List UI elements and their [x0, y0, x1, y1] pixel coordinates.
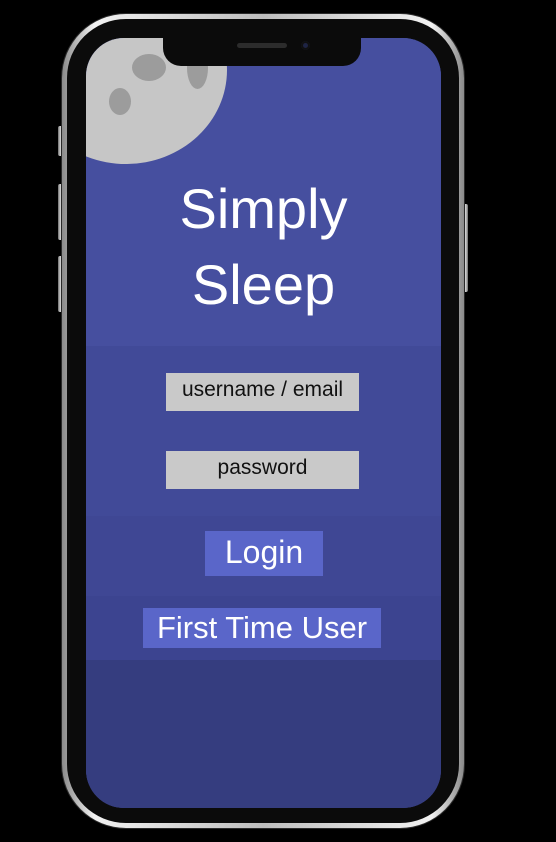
speaker-grille — [237, 43, 287, 48]
app-screen: Simply Sleep username / email password L… — [86, 38, 441, 808]
background-band — [86, 346, 441, 516]
password-input[interactable]: password — [166, 451, 359, 489]
username-email-input[interactable]: username / email — [166, 373, 359, 411]
app-title-line-1: Simply — [179, 177, 348, 240]
login-button[interactable]: Login — [205, 531, 323, 576]
stage: Simply Sleep username / email password L… — [0, 0, 556, 842]
front-camera-icon — [301, 41, 310, 50]
moon-crater — [109, 88, 131, 115]
background-band — [86, 660, 441, 808]
first-time-user-button[interactable]: First Time User — [143, 608, 381, 648]
moon-crater — [132, 54, 166, 81]
app-title-line-2: Sleep — [191, 253, 336, 316]
